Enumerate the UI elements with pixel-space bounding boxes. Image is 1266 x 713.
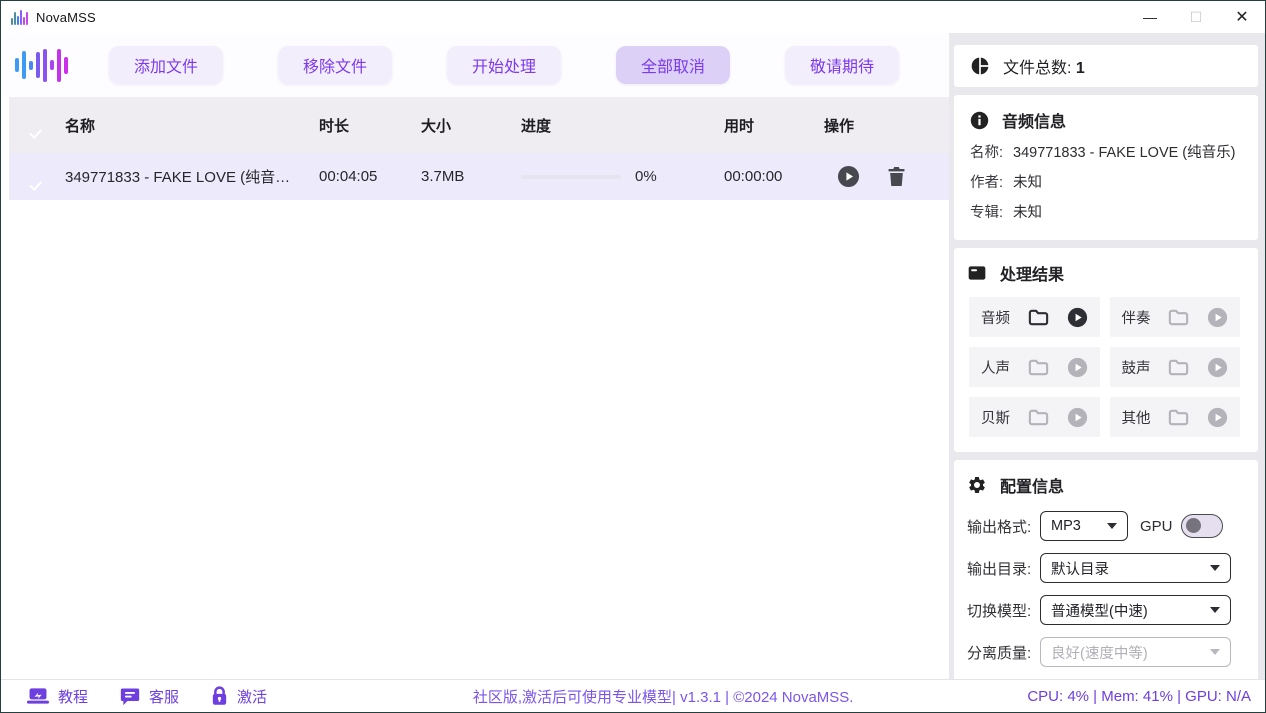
output-format-select[interactable]: MP3: [1040, 511, 1128, 541]
header-duration: 时长: [319, 115, 421, 136]
audio-info-card: 音频信息 名称: 349771833 - FAKE LOVE (纯音乐) 作者: 未…: [954, 95, 1258, 240]
model-label: 切换模型:: [967, 600, 1040, 621]
window-title: NovaMSS: [36, 10, 96, 25]
audio-artist-value: 未知: [1013, 168, 1042, 198]
folder-icon[interactable]: [1027, 306, 1050, 329]
file-table: 名称 时长 大小 进度 用时 操作 349771833 - FAKE LOVE …: [9, 97, 949, 679]
lock-icon: [211, 686, 228, 706]
folder-icon[interactable]: [1167, 406, 1190, 429]
chevron-down-icon: [1210, 565, 1220, 571]
results-title: 处理结果: [1000, 261, 1064, 285]
progress-bar: [521, 175, 621, 179]
result-item-other: 其他: [1110, 397, 1241, 437]
file-duration: 00:04:05: [319, 168, 421, 185]
output-dir-label: 输出目录:: [967, 558, 1040, 579]
chevron-down-icon: [1107, 523, 1117, 529]
result-item-audio: 音频: [969, 297, 1100, 337]
results-card: 处理结果 音频 伴奏 人声: [954, 248, 1258, 452]
app-window: NovaMSS — ☐ ✕ 添加文件 移除文件 开始处理 全部取消 敬请期待: [0, 0, 1266, 713]
header-name: 名称: [65, 115, 319, 136]
info-icon: [970, 111, 989, 130]
chat-icon: [120, 686, 140, 706]
file-name: 349771833 - FAKE LOVE (纯音乐): [65, 166, 319, 187]
chevron-down-icon: [1210, 649, 1220, 655]
minimize-button[interactable]: —: [1127, 1, 1173, 33]
waveform-logo-icon: [15, 45, 68, 85]
result-item-accompaniment: 伴奏: [1110, 297, 1241, 337]
tutorial-icon: [27, 687, 49, 705]
play-result-icon[interactable]: [1067, 407, 1088, 428]
header-elapsed: 用时: [724, 115, 824, 136]
progress-percent: 0%: [635, 168, 657, 185]
toolbar: 添加文件 移除文件 开始处理 全部取消 敬请期待: [1, 33, 949, 97]
maximize-button[interactable]: ☐: [1173, 1, 1219, 33]
activate-link[interactable]: 激活: [211, 686, 267, 707]
folder-icon[interactable]: [1027, 406, 1050, 429]
header-size: 大小: [421, 115, 521, 136]
gpu-toggle[interactable]: [1181, 514, 1223, 538]
model-select[interactable]: 普通模型(中速): [1040, 595, 1231, 625]
config-title: 配置信息: [1000, 473, 1064, 497]
header-progress: 进度: [521, 115, 724, 136]
result-item-bass: 贝斯: [969, 397, 1100, 437]
output-format-label: 输出格式:: [967, 516, 1040, 537]
cancel-all-button[interactable]: 全部取消: [616, 46, 730, 84]
file-size: 3.7MB: [421, 168, 521, 185]
table-row[interactable]: 349771833 - FAKE LOVE (纯音乐) 00:04:05 3.7…: [9, 153, 949, 200]
play-result-icon[interactable]: [1207, 357, 1228, 378]
audio-info-title: 音频信息: [1002, 108, 1066, 132]
play-result-icon[interactable]: [1067, 307, 1088, 328]
file-count-value: 1: [1076, 60, 1085, 77]
file-elapsed: 00:00:00: [724, 168, 824, 185]
config-card: 配置信息 输出格式: MP3 GPU 输出目录: 默认目录: [954, 460, 1258, 679]
sidebar: 文件总数: 1 音频信息 名称: 349771833 - FAKE LOVE (纯…: [949, 33, 1265, 679]
remove-files-button[interactable]: 移除文件: [278, 46, 392, 84]
quality-select[interactable]: 良好(速度中等): [1040, 637, 1231, 667]
play-result-icon[interactable]: [1067, 357, 1088, 378]
pie-chart-icon: [970, 56, 990, 76]
result-item-vocals: 人声: [969, 347, 1100, 387]
gpu-label: GPU: [1140, 518, 1173, 535]
result-item-drums: 鼓声: [1110, 347, 1241, 387]
quality-label: 分离质量:: [967, 642, 1040, 663]
audio-name-value: 349771833 - FAKE LOVE (纯音乐): [1013, 138, 1235, 168]
version-info: 社区版,激活后可使用专业模型| v1.3.1 | ©2024 NovaMSS.: [299, 686, 1027, 707]
gear-icon: [967, 475, 987, 495]
header-actions: 操作: [824, 115, 949, 136]
app-icon: [11, 9, 28, 25]
folder-icon[interactable]: [1027, 356, 1050, 379]
folder-icon[interactable]: [1167, 356, 1190, 379]
play-result-icon[interactable]: [1207, 407, 1228, 428]
audio-album-value: 未知: [1013, 198, 1042, 228]
tutorial-link[interactable]: 教程: [27, 686, 88, 707]
add-files-button[interactable]: 添加文件: [109, 46, 223, 84]
close-button[interactable]: ✕: [1219, 1, 1265, 33]
system-stats: CPU: 4% | Mem: 41% | GPU: N/A: [1027, 688, 1251, 705]
play-result-icon[interactable]: [1207, 307, 1228, 328]
support-link[interactable]: 客服: [120, 686, 179, 707]
card-icon: [967, 263, 987, 283]
audio-name-label: 名称:: [970, 138, 1003, 168]
titlebar: NovaMSS — ☐ ✕: [1, 1, 1265, 33]
statusbar: 教程 客服 激活 社区版,激活后可使用专业模型| v1.3.1 | ©2024 …: [1, 679, 1265, 712]
stay-tuned-button[interactable]: 敬请期待: [785, 46, 899, 84]
audio-album-label: 专辑:: [970, 198, 1003, 228]
folder-icon[interactable]: [1167, 306, 1190, 329]
output-dir-select[interactable]: 默认目录: [1040, 553, 1231, 583]
results-grid: 音频 伴奏 人声 鼓声: [967, 297, 1242, 437]
table-header: 名称 时长 大小 进度 用时 操作: [9, 97, 949, 153]
start-processing-button[interactable]: 开始处理: [447, 46, 561, 84]
file-count-label: 文件总数:: [1003, 60, 1071, 77]
chevron-down-icon: [1210, 607, 1220, 613]
file-count-card: 文件总数: 1: [954, 45, 1258, 87]
delete-button[interactable]: [887, 166, 906, 187]
play-button[interactable]: [837, 165, 860, 188]
audio-artist-label: 作者:: [970, 168, 1003, 198]
